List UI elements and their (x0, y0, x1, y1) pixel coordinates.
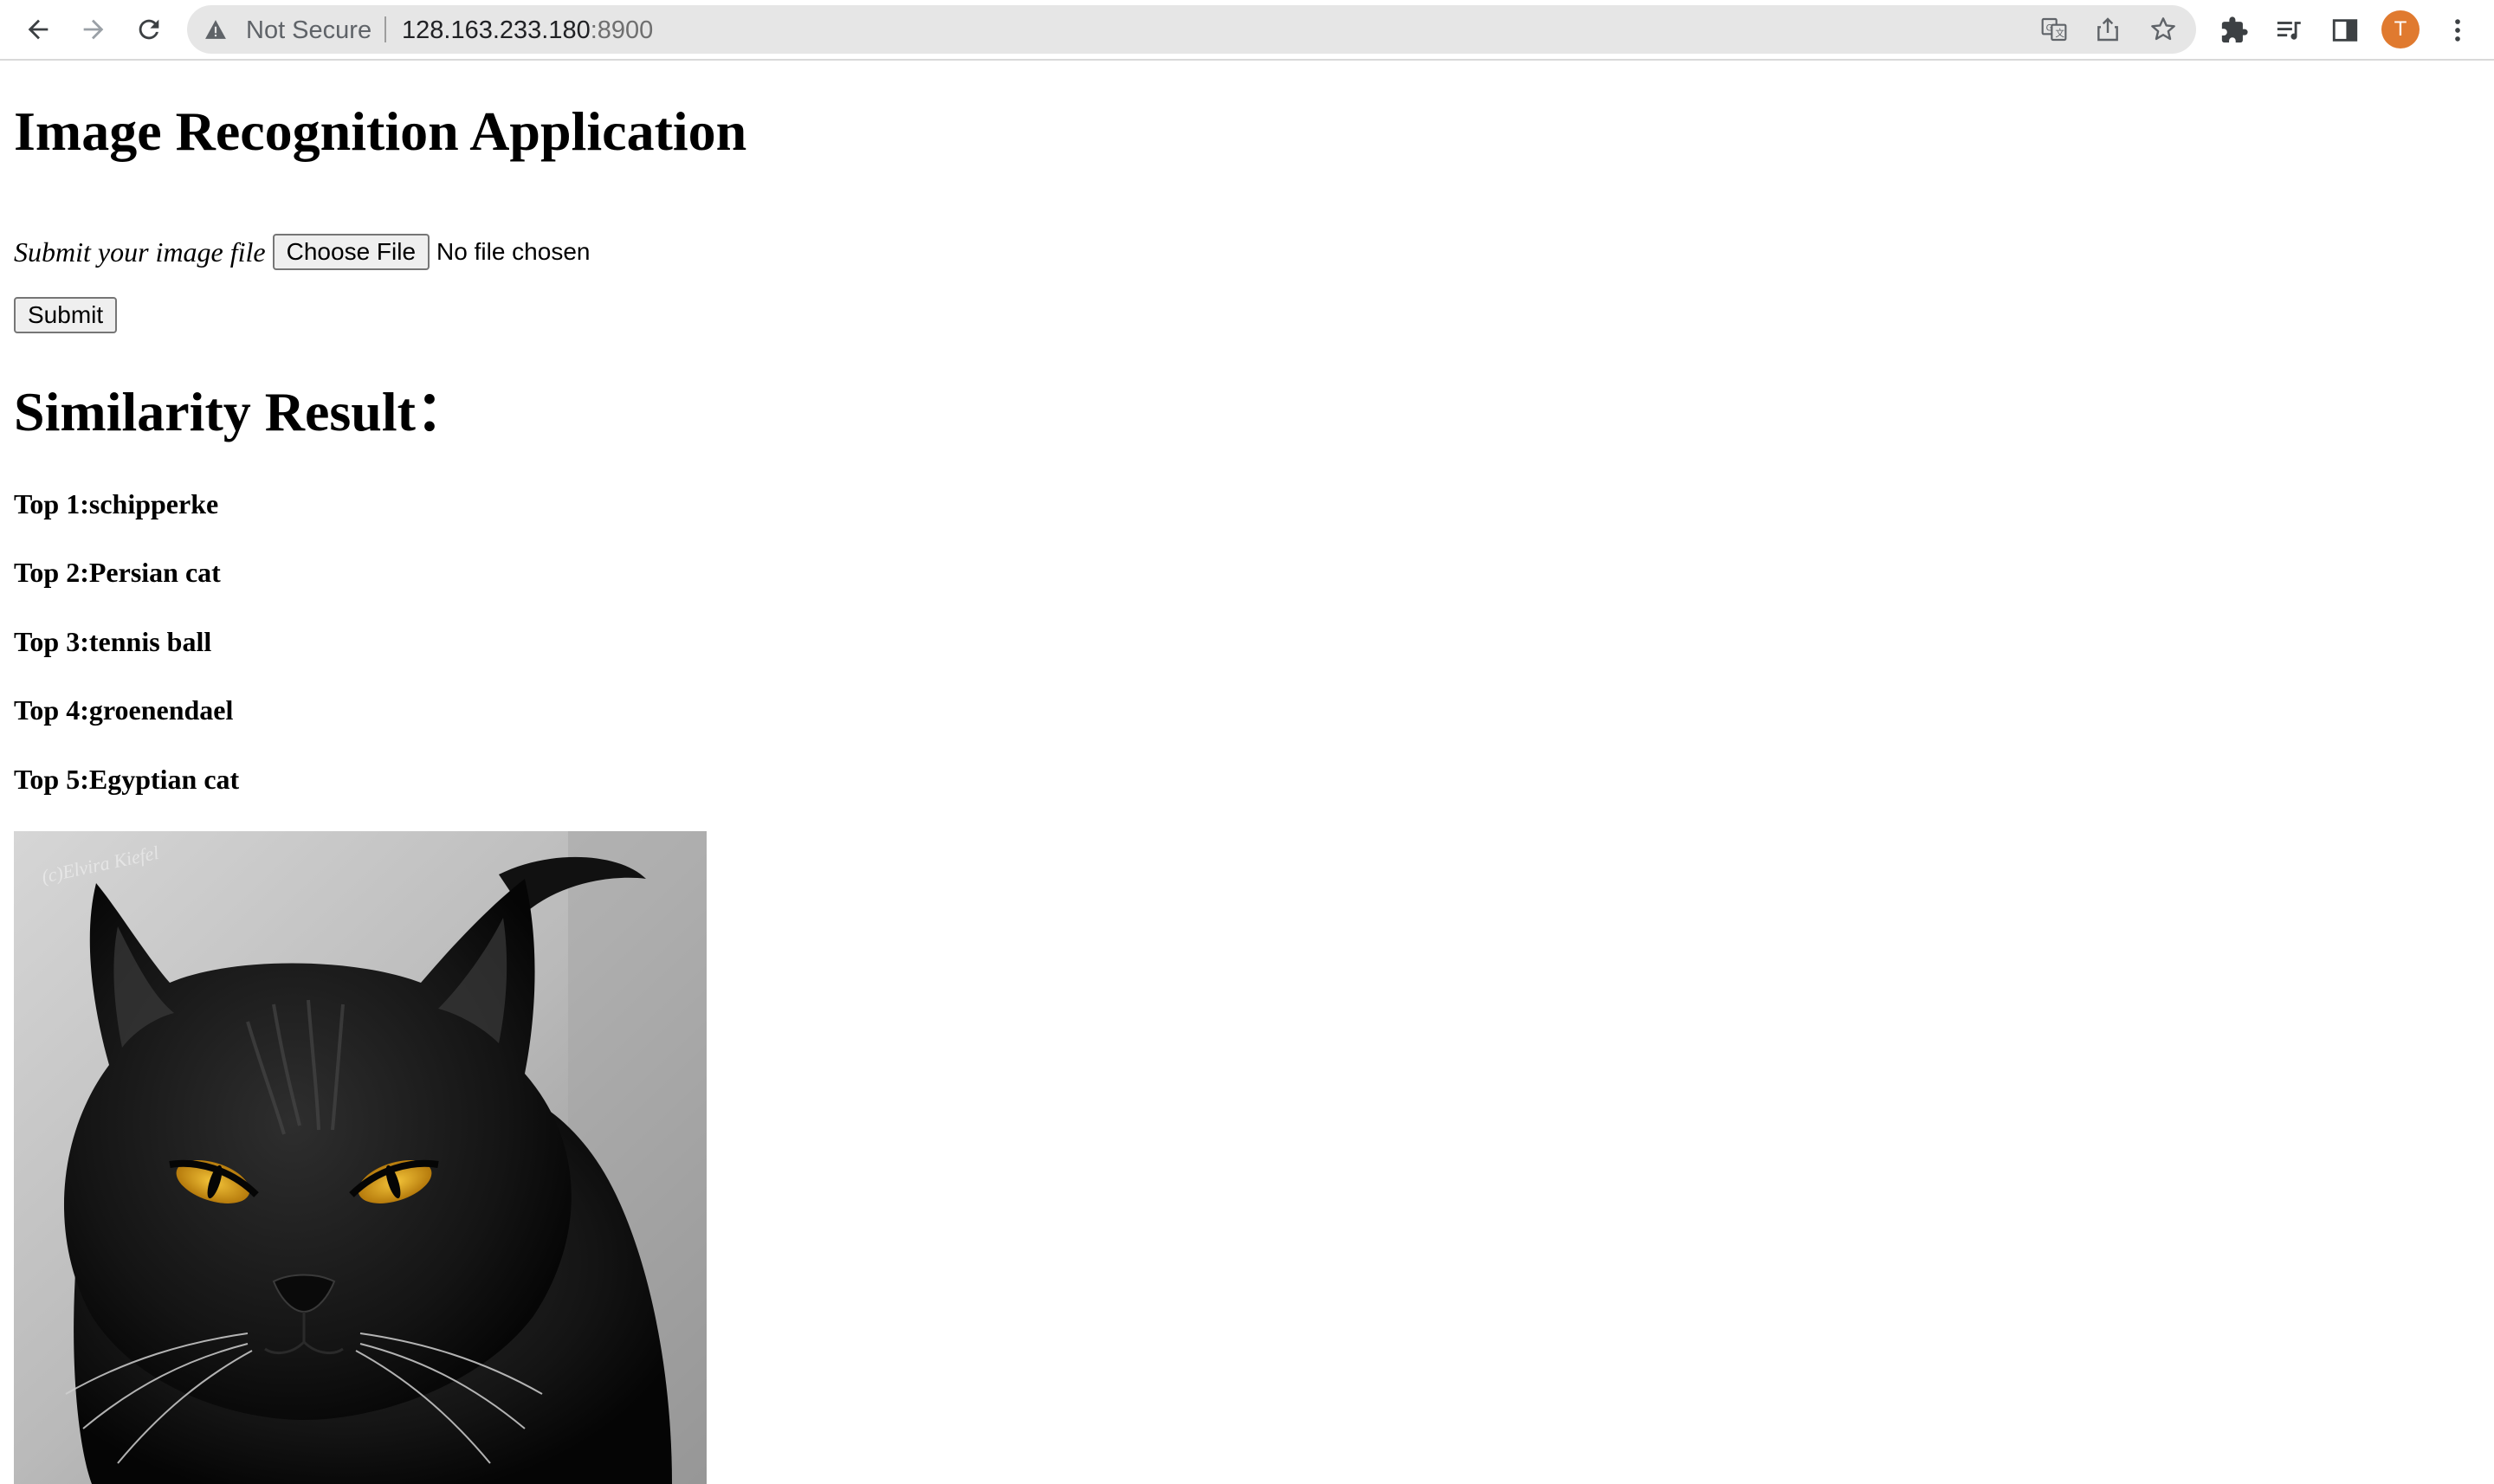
media-queue-icon[interactable] (2271, 11, 2309, 49)
reload-icon[interactable] (128, 9, 170, 50)
omnibox-divider (384, 16, 386, 42)
extensions-puzzle-icon[interactable] (2215, 11, 2253, 49)
black-cat-photo: (c)Elvira Kiefel (14, 831, 707, 1484)
share-icon[interactable] (2092, 14, 2123, 45)
choose-file-button[interactable]: Choose File (272, 234, 430, 270)
security-label[interactable]: Not Secure (246, 17, 372, 43)
upload-form: Submit your image file Choose File No fi… (14, 232, 590, 272)
translate-icon[interactable]: G 文 (2038, 14, 2070, 45)
warning-icon[interactable] (204, 19, 227, 40)
browser-toolbar: Not Secure 128.163.233.180:8900 G 文 T (0, 0, 2494, 61)
upload-label: Submit your image file (14, 236, 266, 268)
profile-avatar[interactable]: T (2381, 10, 2420, 48)
url-host: 128.163.233.180 (402, 16, 591, 44)
uploaded-image: (c)Elvira Kiefel (14, 831, 707, 1484)
page-title: Image Recognition Application (14, 100, 747, 162)
url-text[interactable]: 128.163.233.180:8900 (402, 17, 653, 43)
result-item-3: Top 3:tennis ball (14, 626, 212, 657)
submit-button[interactable]: Submit (14, 297, 118, 333)
svg-text:文: 文 (2055, 28, 2064, 39)
svg-text:G: G (2046, 23, 2053, 33)
side-panel-icon[interactable] (2326, 11, 2364, 49)
result-item-2: Top 2:Persian cat (14, 557, 221, 588)
result-item-5: Top 5:Egyptian cat (14, 764, 240, 795)
more-menu-icon[interactable] (2439, 11, 2477, 49)
back-icon[interactable] (17, 9, 59, 50)
result-item-4: Top 4:groenendael (14, 694, 234, 726)
result-item-1: Top 1:schipperke (14, 488, 219, 519)
url-port: :8900 (590, 16, 654, 44)
forward-icon[interactable] (73, 9, 114, 50)
results-heading: Similarity Result： (14, 381, 471, 442)
bookmark-star-icon[interactable] (2148, 14, 2179, 45)
address-bar[interactable]: Not Secure 128.163.233.180:8900 G 文 (187, 5, 2196, 54)
file-status-text: No file chosen (436, 238, 591, 265)
